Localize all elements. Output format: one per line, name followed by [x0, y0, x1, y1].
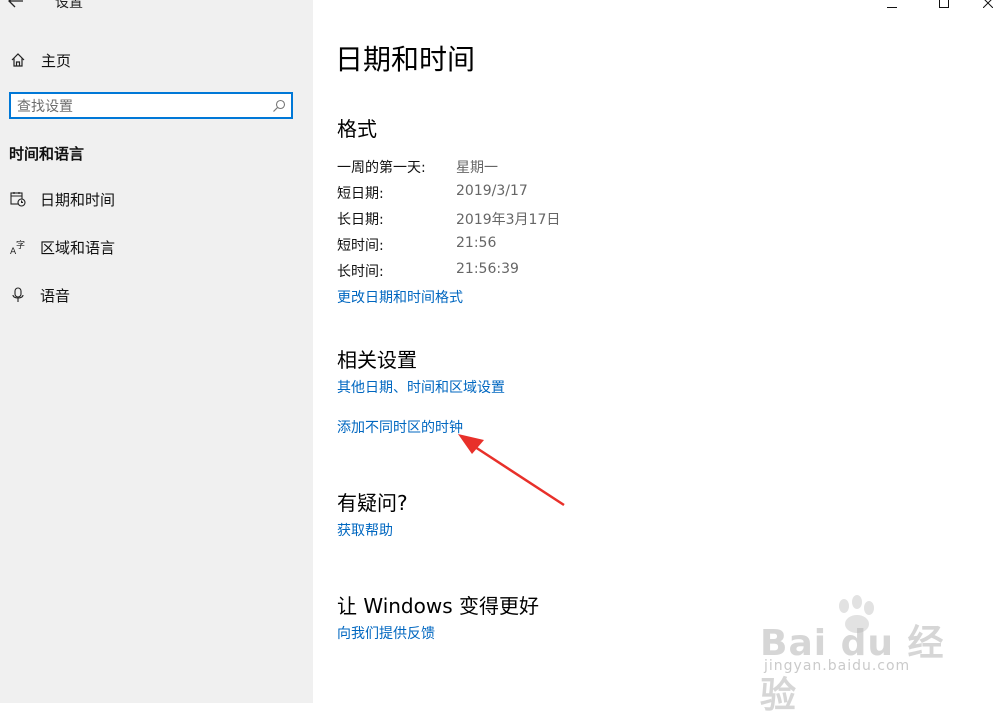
format-row-label: 长时间: — [337, 264, 384, 280]
sidebar: 设置 主页 时间和语言 日期和时间 A字 区域和语言 语音 — [0, 0, 313, 703]
search-input[interactable] — [15, 96, 269, 117]
svg-text:字: 字 — [16, 239, 25, 251]
microphone-icon — [10, 287, 26, 303]
get-help-link[interactable]: 获取帮助 — [337, 520, 393, 540]
sidebar-item-date-time[interactable]: 日期和时间 — [0, 182, 313, 216]
format-row-value: 星期一 — [456, 160, 498, 176]
window-title: 设置 — [55, 0, 83, 11]
sidebar-item-region-language[interactable]: A字 区域和语言 — [0, 230, 313, 264]
feedback-heading: 让 Windows 变得更好 — [337, 594, 539, 618]
sidebar-item-label: 区域和语言 — [40, 239, 116, 257]
home-icon — [10, 52, 26, 68]
back-arrow-icon[interactable] — [8, 0, 28, 12]
sidebar-item-home[interactable]: 主页 — [0, 44, 313, 76]
language-icon: A字 — [10, 239, 26, 257]
format-row-label: 短时间: — [337, 238, 384, 254]
page-title: 日期和时间 — [335, 43, 476, 76]
change-format-link[interactable]: 更改日期和时间格式 — [337, 287, 463, 307]
format-row-label: 长日期: — [337, 212, 384, 228]
add-clocks-link[interactable]: 添加不同时区的时钟 — [337, 417, 463, 437]
format-row-value: 21:56 — [456, 235, 497, 251]
help-heading: 有疑问? — [337, 491, 408, 515]
format-row-value: 2019/3/17 — [456, 183, 528, 199]
sidebar-item-label: 语音 — [40, 287, 71, 305]
format-heading: 格式 — [337, 117, 377, 141]
format-row-value: 2019年3月17日 — [456, 212, 561, 228]
sidebar-item-label: 主页 — [41, 52, 72, 70]
format-row-label: 一周的第一天: — [337, 160, 426, 176]
search-icon[interactable] — [272, 98, 286, 112]
format-row-value: 21:56:39 — [456, 261, 519, 277]
format-row-label: 短日期: — [337, 186, 384, 202]
related-settings-heading: 相关设置 — [337, 348, 417, 372]
feedback-link[interactable]: 向我们提供反馈 — [337, 623, 435, 643]
search-box[interactable] — [9, 92, 293, 119]
calendar-clock-icon — [10, 191, 26, 207]
baidu-watermark: Bai du 经验 jingyan.baidu.com — [760, 594, 960, 716]
sidebar-item-label: 日期和时间 — [40, 191, 116, 209]
additional-settings-link[interactable]: 其他日期、时间和区域设置 — [337, 377, 505, 397]
watermark-subtext: jingyan.baidu.com — [764, 658, 911, 674]
sidebar-section-title: 时间和语言 — [9, 145, 85, 163]
sidebar-item-speech[interactable]: 语音 — [0, 278, 313, 312]
annotation-arrow-icon — [458, 434, 565, 507]
